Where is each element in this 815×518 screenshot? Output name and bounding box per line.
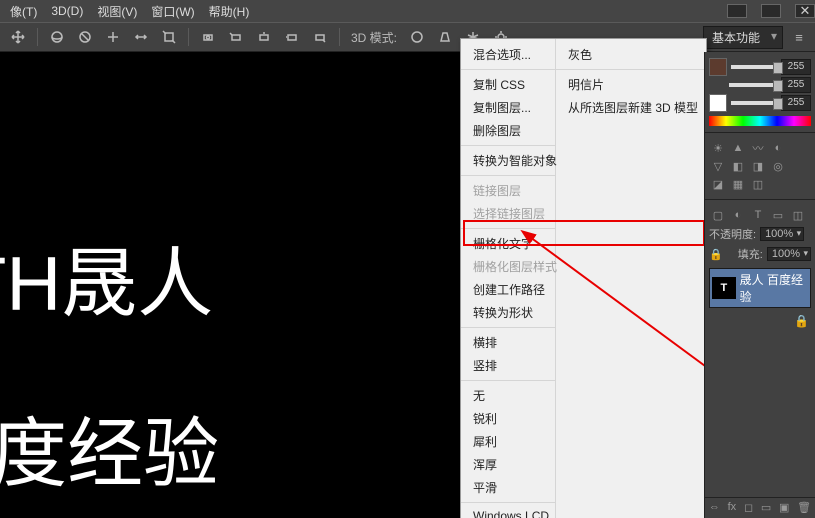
context-item[interactable]: 无 bbox=[461, 384, 555, 407]
hue-strip[interactable] bbox=[709, 116, 811, 126]
invert-icon[interactable]: ◪ bbox=[711, 177, 725, 191]
3d-mode-label: 3D 模式: bbox=[351, 29, 397, 46]
context-item: 选择链接图层 bbox=[461, 202, 555, 225]
layer-thumbnail: T bbox=[712, 277, 736, 299]
context-item[interactable]: 复制图层 bbox=[461, 96, 555, 119]
menu-3d[interactable]: 3D(D) bbox=[51, 4, 83, 18]
fx-icon[interactable]: fx bbox=[728, 501, 737, 514]
roll-icon[interactable] bbox=[73, 25, 97, 49]
camera-orbit-icon[interactable] bbox=[196, 25, 220, 49]
filter-adjust-icon[interactable]: ◐ bbox=[731, 208, 745, 222]
exposure-icon[interactable]: ◐ bbox=[771, 141, 785, 155]
layer-name: 晟人 百度经验 bbox=[740, 271, 808, 305]
fill-label: 填充: bbox=[738, 246, 763, 262]
mask-icon[interactable]: ◻ bbox=[744, 501, 753, 514]
threshold-icon[interactable]: ◫ bbox=[751, 177, 765, 191]
opacity-value[interactable]: 100% bbox=[760, 227, 804, 241]
menu-view[interactable]: 视图(V) bbox=[97, 3, 137, 20]
context-item[interactable]: Windows LCD bbox=[461, 506, 555, 518]
menu-help[interactable]: 帮助(H) bbox=[209, 3, 250, 20]
scale-icon[interactable] bbox=[157, 25, 181, 49]
layer-filter-icons: ▢ ◐ T ▭ ◫ bbox=[705, 206, 815, 224]
context-item[interactable]: 竖排 bbox=[461, 354, 555, 377]
filter-pixel-icon[interactable]: ▢ bbox=[711, 208, 725, 222]
menu-image[interactable]: 像(T) bbox=[10, 3, 37, 20]
context-item: 栅格化图层样式 bbox=[461, 255, 555, 278]
g-value[interactable]: 255 bbox=[781, 77, 811, 93]
context-item[interactable]: 灰色 bbox=[556, 43, 706, 66]
curves-icon[interactable]: 〰 bbox=[751, 141, 765, 155]
layer-context-menu: 混合选项复制 CSS复制图层删除图层转换为智能对象链接图层选择链接图层栅格化文字… bbox=[460, 38, 707, 518]
context-item[interactable]: 明信片 bbox=[556, 73, 706, 96]
context-item[interactable]: 混合选项 bbox=[461, 43, 555, 66]
link-layers-icon[interactable]: ⇔ bbox=[709, 501, 720, 514]
pan-icon[interactable] bbox=[101, 25, 125, 49]
slide-icon[interactable] bbox=[129, 25, 153, 49]
menu-bar: 像(T) 3D(D) 视图(V) 窗口(W) 帮助(H) ✕ bbox=[0, 0, 815, 22]
context-item[interactable]: 转换为智能对象 bbox=[461, 149, 555, 172]
camera-zoom-icon[interactable] bbox=[308, 25, 332, 49]
posterize-icon[interactable]: ▦ bbox=[731, 177, 745, 191]
context-item[interactable]: 删除图层 bbox=[461, 119, 555, 142]
layer-panel-footer: ⇔ fx ◻ ▭ ▣ 🗑 bbox=[705, 497, 815, 514]
filter-shape-icon[interactable]: ▭ bbox=[771, 208, 785, 222]
r-value[interactable]: 255 bbox=[781, 59, 811, 75]
bw-icon[interactable]: ◨ bbox=[751, 159, 765, 173]
context-item[interactable]: 转换为形状 bbox=[461, 301, 555, 324]
new-group-icon[interactable]: ▭ bbox=[761, 501, 771, 514]
r-slider[interactable] bbox=[731, 65, 777, 69]
close-button[interactable]: ✕ bbox=[795, 4, 815, 18]
photo-filter-icon[interactable]: ◎ bbox=[771, 159, 785, 173]
mode-extrude-icon[interactable] bbox=[433, 25, 457, 49]
minimize-button[interactable] bbox=[727, 4, 747, 18]
context-item[interactable]: 栅格化文字 bbox=[461, 232, 555, 255]
panel-menu-icon[interactable]: ≡ bbox=[787, 25, 811, 49]
filter-smart-icon[interactable]: ◫ bbox=[791, 208, 805, 222]
opacity-label: 不透明度: bbox=[709, 226, 756, 242]
context-item[interactable]: 犀利 bbox=[461, 430, 555, 453]
levels-icon[interactable]: ▲ bbox=[731, 141, 745, 155]
fill-value[interactable]: 100% bbox=[767, 247, 811, 261]
menu-window[interactable]: 窗口(W) bbox=[151, 3, 194, 20]
background-swatch[interactable] bbox=[709, 94, 727, 112]
canvas-text-line1: TH晟人 bbox=[0, 222, 213, 332]
g-slider[interactable] bbox=[729, 83, 777, 87]
layer-row-text[interactable]: T 晟人 百度经验 bbox=[709, 268, 811, 308]
context-item[interactable]: 复制 CSS bbox=[461, 73, 555, 96]
vibrance-icon[interactable]: ▽ bbox=[711, 159, 725, 173]
brightness-icon[interactable]: ☀ bbox=[711, 141, 725, 155]
context-item[interactable]: 浑厚 bbox=[461, 453, 555, 476]
maximize-button[interactable] bbox=[761, 4, 781, 18]
move-tool-icon[interactable] bbox=[6, 25, 30, 49]
lock-icon[interactable]: 🔒 bbox=[709, 248, 723, 261]
right-panels: 255 255 255 ☀ ▲ 〰 ◐ ▽ ◧ ◨ ◎ ◪ ▦ ◫ bbox=[704, 52, 815, 518]
context-item[interactable]: 锐利 bbox=[461, 407, 555, 430]
canvas-text-line2: ī度经验 bbox=[0, 392, 219, 502]
context-item[interactable]: 从所选图层新建 3D 模型 bbox=[556, 96, 706, 119]
mode-rotate-icon[interactable] bbox=[405, 25, 429, 49]
b-value[interactable]: 255 bbox=[781, 95, 811, 111]
camera-roll-icon[interactable] bbox=[224, 25, 248, 49]
filter-type-icon[interactable]: T bbox=[751, 208, 765, 222]
delete-layer-icon[interactable]: 🗑 bbox=[797, 501, 811, 514]
foreground-swatch[interactable] bbox=[709, 58, 727, 76]
context-item[interactable]: 横排 bbox=[461, 331, 555, 354]
document-canvas[interactable]: TH晟人 ī度经验 bbox=[0, 52, 461, 518]
context-item[interactable]: 创建工作路径 bbox=[461, 278, 555, 301]
context-item: 链接图层 bbox=[461, 179, 555, 202]
camera-pan-icon[interactable] bbox=[252, 25, 276, 49]
lock-indicator-icon: 🔒 bbox=[794, 314, 809, 328]
camera-walk-icon[interactable] bbox=[280, 25, 304, 49]
workspace-selector[interactable]: 基本功能 bbox=[703, 26, 783, 49]
orbit-icon[interactable] bbox=[45, 25, 69, 49]
b-slider[interactable] bbox=[731, 101, 777, 105]
hue-icon[interactable]: ◧ bbox=[731, 159, 745, 173]
new-layer-icon[interactable]: ▣ bbox=[779, 501, 789, 514]
context-item[interactable]: 平滑 bbox=[461, 476, 555, 499]
adjustments-icons: ☀ ▲ 〰 ◐ bbox=[705, 139, 815, 157]
